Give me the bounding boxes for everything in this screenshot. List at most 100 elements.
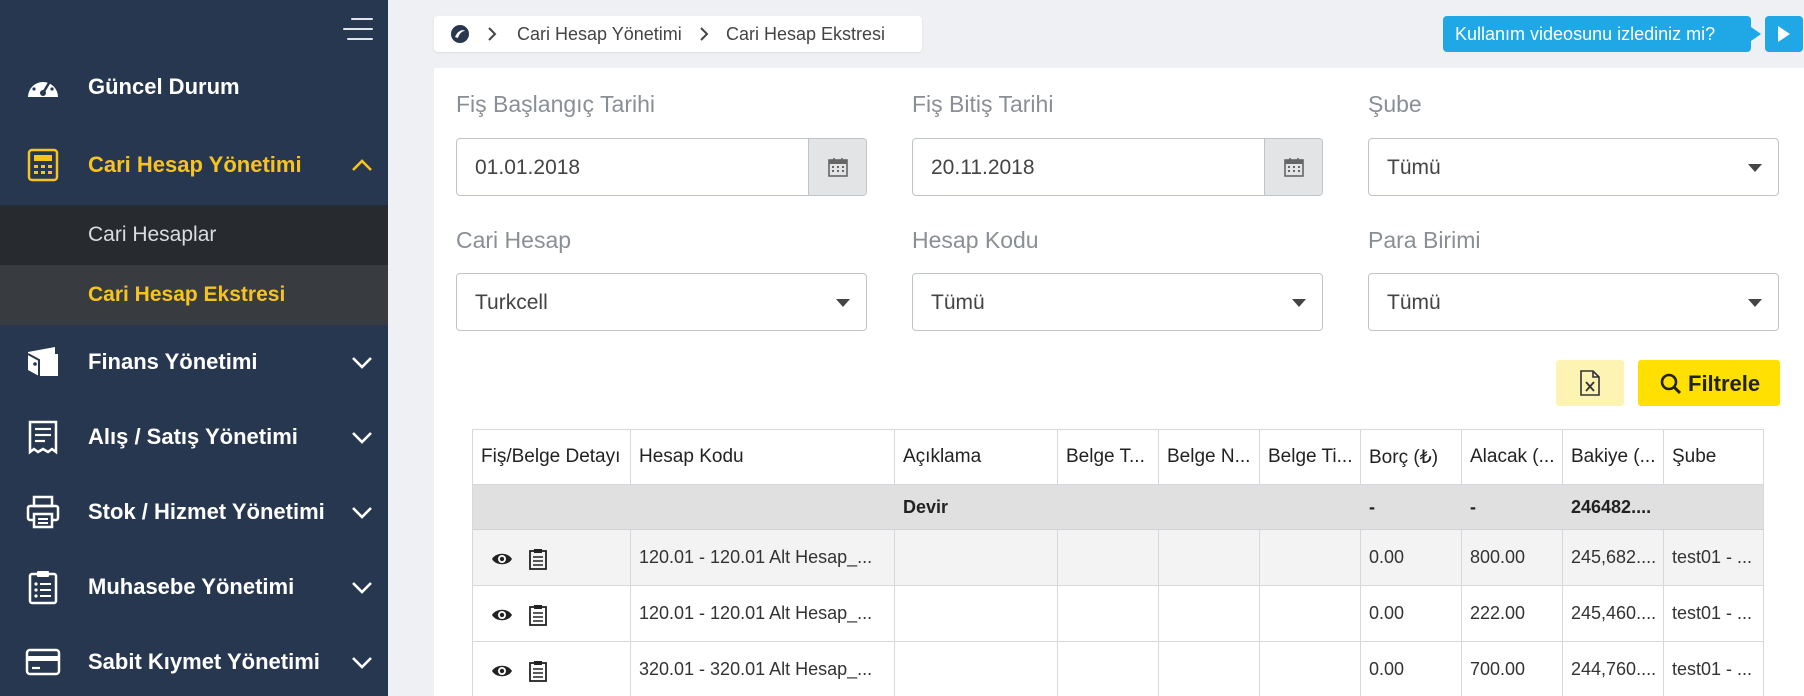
document-date-cell	[1260, 530, 1361, 585]
start-date-label: Fiş Başlangıç Tarihi	[456, 91, 655, 117]
sidebar-item-label: Güncel Durum	[88, 73, 240, 99]
branch-select[interactable]: Tümü	[1368, 138, 1779, 196]
cell-text: 245,460....	[1571, 603, 1657, 623]
detail-actions-cell	[473, 530, 631, 585]
sidebar-item-cari-hesap-yonetimi[interactable]: Cari Hesap Yönetimi	[0, 127, 388, 202]
column-header[interactable]: Açıklama	[895, 430, 1058, 484]
column-header[interactable]: Bakiye (...	[1563, 430, 1664, 484]
sidebar-item-muhasebe-yonetimi[interactable]: Muhasebe Yönetimi	[0, 549, 388, 624]
play-icon[interactable]	[1765, 16, 1803, 52]
calendar-icon[interactable]	[808, 139, 866, 195]
table-row[interactable]: 120.01 - 120.01 Alt Hesap_... 0.00 800.0…	[473, 530, 1763, 586]
carry-forward-credit-cell: -	[1462, 485, 1563, 529]
video-tutorial-label[interactable]: Kullanım videosunu izlediniz mi?	[1443, 16, 1761, 52]
account-code-select[interactable]: Tümü	[912, 273, 1323, 331]
sidebar-item-guncel-durum[interactable]: Güncel Durum	[0, 49, 388, 124]
column-header-label: Bakiye (...	[1571, 446, 1656, 467]
debit-cell: 0.00	[1361, 586, 1462, 641]
cell-text: test01 - ...	[1672, 659, 1753, 679]
chevron-down-icon	[352, 431, 372, 444]
clipboard-detail-icon[interactable]	[527, 604, 549, 626]
search-icon	[1660, 373, 1682, 395]
end-date-value: 20.11.2018	[931, 156, 1035, 179]
filter-button-label: Filtrele	[1688, 371, 1761, 396]
currency-label: Para Birimi	[1368, 227, 1481, 253]
video-tutorial-prompt[interactable]: Kullanım videosunu izlediniz mi?	[1443, 16, 1761, 52]
description-cell	[895, 642, 1058, 696]
account-code-cell: 320.01 - 320.01 Alt Hesap_...	[631, 642, 895, 696]
table-row[interactable]: 120.01 - 120.01 Alt Hesap_... 0.00 222.0…	[473, 586, 1763, 642]
column-header[interactable]: Fiş/Belge Detayı	[473, 430, 631, 484]
carry-forward-row: Devir - - 246482....	[473, 485, 1763, 530]
sidebar-subitem-cari-hesaplar[interactable]: Cari Hesaplar	[0, 205, 388, 265]
description-cell	[895, 530, 1058, 585]
calendar-icon[interactable]	[1264, 139, 1322, 195]
column-header[interactable]: Hesap Kodu	[631, 430, 895, 484]
sidebar-item-stok-hizmet-yonetimi[interactable]: Stok / Hizmet Yönetimi	[0, 474, 388, 549]
column-header[interactable]: Alacak (...	[1462, 430, 1563, 484]
breadcrumb-item-cari-hesap-yonetimi[interactable]: Cari Hesap Yönetimi	[517, 24, 682, 45]
menu-toggle-icon[interactable]	[343, 16, 373, 42]
column-header[interactable]: Borç (₺)	[1361, 430, 1462, 484]
sidebar-subitem-label: Cari Hesap Ekstresi	[88, 283, 286, 306]
view-eye-icon[interactable]	[491, 604, 513, 626]
column-header-label: Alacak (...	[1470, 446, 1555, 467]
home-logo-icon[interactable]	[450, 24, 470, 44]
cell-text: test01 - ...	[1672, 603, 1753, 623]
currency-select[interactable]: Tümü	[1368, 273, 1779, 331]
cell-text: 700.00	[1470, 659, 1526, 679]
document-date-cell	[1260, 642, 1361, 696]
clipboard-detail-icon[interactable]	[527, 548, 549, 570]
cell-text: 244,760....	[1571, 659, 1657, 679]
view-eye-icon[interactable]	[491, 548, 513, 570]
calculator-icon	[24, 146, 62, 184]
credit-cell: 222.00	[1462, 586, 1563, 641]
carry-forward-debit: -	[1369, 497, 1375, 517]
branch-cell: test01 - ...	[1664, 642, 1763, 696]
cell-text: 0.00	[1369, 547, 1405, 567]
carry-forward-label-cell: Devir	[895, 485, 1058, 529]
clipboard-detail-icon[interactable]	[527, 660, 549, 682]
sidebar-item-label: Sabit Kıymet Yönetimi	[88, 648, 320, 674]
wallet-icon	[24, 343, 62, 381]
document-no-cell	[1159, 642, 1260, 696]
cell-text: 120.01 - 120.01 Alt Hesap_...	[639, 603, 873, 623]
start-date-field[interactable]: 01.01.2018	[456, 138, 867, 196]
excel-export-button[interactable]	[1556, 360, 1624, 406]
column-header[interactable]: Belge T...	[1058, 430, 1159, 484]
table-header-row: Fiş/Belge Detayı Hesap Kodu Açıklama Bel…	[473, 430, 1763, 485]
document-no-cell	[1159, 530, 1260, 585]
statement-table: Fiş/Belge Detayı Hesap Kodu Açıklama Bel…	[472, 429, 1764, 696]
account-select[interactable]: Turkcell	[456, 273, 867, 331]
filter-button[interactable]: Filtrele	[1638, 360, 1780, 406]
cell-text: 0.00	[1369, 603, 1405, 623]
column-header-label: Şube	[1672, 446, 1717, 467]
sidebar-item-alis-satis-yonetimi[interactable]: Alış / Satış Yönetimi	[0, 399, 388, 474]
end-date-field[interactable]: 20.11.2018	[912, 138, 1323, 196]
sidebar-item-finans-yonetimi[interactable]: Finans Yönetimi	[0, 324, 388, 399]
dropdown-caret-icon	[836, 299, 850, 307]
sidebar-item-sabit-kiymet-yonetimi[interactable]: Sabit Kıymet Yönetimi	[0, 624, 388, 696]
column-header[interactable]: Şube	[1664, 430, 1763, 484]
description-cell	[895, 586, 1058, 641]
sidebar-subitem-cari-hesap-ekstresi[interactable]: Cari Hesap Ekstresi	[0, 265, 388, 325]
document-no-cell	[1159, 586, 1260, 641]
breadcrumb-separator-icon	[488, 27, 497, 41]
view-eye-icon[interactable]	[491, 660, 513, 682]
column-header[interactable]: Belge Ti...	[1260, 430, 1361, 484]
breadcrumb-item-cari-hesap-ekstresi: Cari Hesap Ekstresi	[726, 24, 886, 44]
balance-cell: 244,760....	[1563, 642, 1664, 696]
branch-value: Tümü	[1387, 156, 1441, 179]
dashboard-gauge-icon	[24, 68, 62, 106]
balance-cell: 245,460....	[1563, 586, 1664, 641]
column-header[interactable]: Belge N...	[1159, 430, 1260, 484]
start-date-value: 01.01.2018	[475, 156, 581, 179]
table-row[interactable]: 320.01 - 320.01 Alt Hesap_... 0.00 700.0…	[473, 642, 1763, 696]
chevron-down-icon	[352, 356, 372, 369]
document-type-cell	[1058, 642, 1159, 696]
sidebar-item-label: Cari Hesap Yönetimi	[88, 151, 302, 177]
carry-forward-balance-cell: 246482....	[1563, 485, 1664, 529]
debit-cell: 0.00	[1361, 642, 1462, 696]
breadcrumb: Cari Hesap Yönetimi Cari Hesap Ekstresi	[434, 16, 922, 52]
dropdown-caret-icon	[1748, 299, 1762, 307]
